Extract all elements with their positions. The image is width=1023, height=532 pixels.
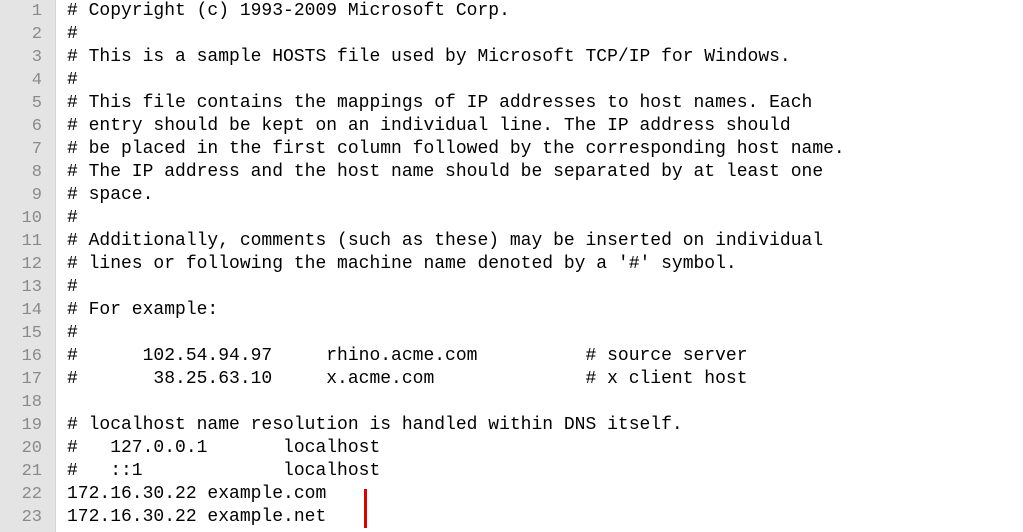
- line-text[interactable]: # localhost name resolution is handled w…: [67, 414, 683, 437]
- line-text[interactable]: # This file contains the mappings of IP …: [67, 92, 812, 115]
- line-number: 6: [31, 117, 42, 136]
- line-number: 17: [21, 370, 42, 389]
- line-number: 11: [21, 232, 42, 251]
- line-text[interactable]: #: [67, 23, 78, 46]
- editor-line[interactable]: 14 # For example:: [0, 299, 1023, 322]
- editor-line[interactable]: 17 # 38.25.63.10 x.acme.com # x client ho…: [0, 368, 1023, 391]
- line-number: 5: [31, 94, 42, 113]
- editor-line[interactable]: 13 #: [0, 276, 1023, 299]
- line-number: 16: [21, 347, 42, 366]
- editor-line[interactable]: 2 #: [0, 23, 1023, 46]
- editor-line[interactable]: 5 # This file contains the mappings of IP…: [0, 92, 1023, 115]
- line-text[interactable]: 172.16.30.22 example.net: [67, 506, 326, 529]
- editor-line[interactable]: 23 172.16.30.22 example.net: [0, 506, 1023, 529]
- line-number: 19: [21, 416, 42, 435]
- line-text[interactable]: # This is a sample HOSTS file used by Mi…: [67, 46, 791, 69]
- editor-line[interactable]: 8 # The IP address and the host name shou…: [0, 161, 1023, 184]
- editor-line[interactable]: 4 #: [0, 69, 1023, 92]
- line-number: 23: [21, 508, 42, 527]
- line-text[interactable]: # The IP address and the host name shoul…: [67, 161, 823, 184]
- line-number: 2: [31, 25, 42, 44]
- editor-line[interactable]: 9 # space.: [0, 184, 1023, 207]
- editor-line[interactable]: 15 #: [0, 322, 1023, 345]
- line-number: 21: [21, 462, 42, 481]
- line-number: 20: [21, 439, 42, 458]
- editor-line[interactable]: 11 # Additionally, comments (such as thes…: [0, 230, 1023, 253]
- line-number: 8: [31, 163, 42, 182]
- text-editor[interactable]: 1 # Copyright (c) 1993-2009 Microsoft Cor…: [0, 0, 1023, 532]
- editor-line[interactable]: 18: [0, 391, 1023, 414]
- line-number: 9: [31, 186, 42, 205]
- line-text[interactable]: # lines or following the machine name de…: [67, 253, 737, 276]
- highlight-marker: [364, 489, 367, 528]
- editor-line[interactable]: 20 # 127.0.0.1 localhost: [0, 437, 1023, 460]
- editor-line[interactable]: 6 # entry should be kept on an individual…: [0, 115, 1023, 138]
- editor-line[interactable]: 1 # Copyright (c) 1993-2009 Microsoft Cor…: [0, 0, 1023, 23]
- line-number: 12: [21, 255, 42, 274]
- line-number: 14: [21, 301, 42, 320]
- line-number: 10: [21, 209, 42, 228]
- line-text[interactable]: # For example:: [67, 299, 218, 322]
- line-number: 15: [21, 324, 42, 343]
- line-number: 13: [21, 278, 42, 297]
- line-text[interactable]: #: [67, 207, 78, 230]
- editor-line[interactable]: 12 # lines or following the machine name …: [0, 253, 1023, 276]
- line-text[interactable]: # ::1 localhost: [67, 460, 380, 483]
- line-text[interactable]: # space.: [67, 184, 153, 207]
- line-text[interactable]: # 38.25.63.10 x.acme.com # x client host: [67, 368, 748, 391]
- line-text[interactable]: 172.16.30.22 example.com: [67, 483, 326, 506]
- line-text[interactable]: # Additionally, comments (such as these)…: [67, 230, 823, 253]
- editor-line[interactable]: 21 # ::1 localhost: [0, 460, 1023, 483]
- line-text[interactable]: #: [67, 322, 78, 345]
- editor-line[interactable]: 3 # This is a sample HOSTS file used by M…: [0, 46, 1023, 69]
- line-text[interactable]: # 127.0.0.1 localhost: [67, 437, 380, 460]
- line-number: 4: [31, 71, 42, 90]
- editor-line[interactable]: 22 172.16.30.22 example.com: [0, 483, 1023, 506]
- line-text[interactable]: # Copyright (c) 1993-2009 Microsoft Corp…: [67, 0, 510, 23]
- line-text[interactable]: # be placed in the first column followed…: [67, 138, 845, 161]
- editor-content[interactable]: 1 # Copyright (c) 1993-2009 Microsoft Cor…: [0, 0, 1023, 529]
- line-number: 1: [31, 2, 42, 21]
- line-text[interactable]: #: [67, 69, 78, 92]
- editor-line[interactable]: 7 # be placed in the first column followe…: [0, 138, 1023, 161]
- line-text[interactable]: #: [67, 276, 78, 299]
- line-number: 3: [31, 48, 42, 67]
- editor-line[interactable]: 10 #: [0, 207, 1023, 230]
- line-number: 18: [21, 393, 42, 412]
- line-number: 7: [31, 140, 42, 159]
- line-number: 22: [21, 485, 42, 504]
- editor-line[interactable]: 16 # 102.54.94.97 rhino.acme.com # source…: [0, 345, 1023, 368]
- line-text[interactable]: # 102.54.94.97 rhino.acme.com # source s…: [67, 345, 748, 368]
- editor-line[interactable]: 19 # localhost name resolution is handled…: [0, 414, 1023, 437]
- line-text[interactable]: # entry should be kept on an individual …: [67, 115, 791, 138]
